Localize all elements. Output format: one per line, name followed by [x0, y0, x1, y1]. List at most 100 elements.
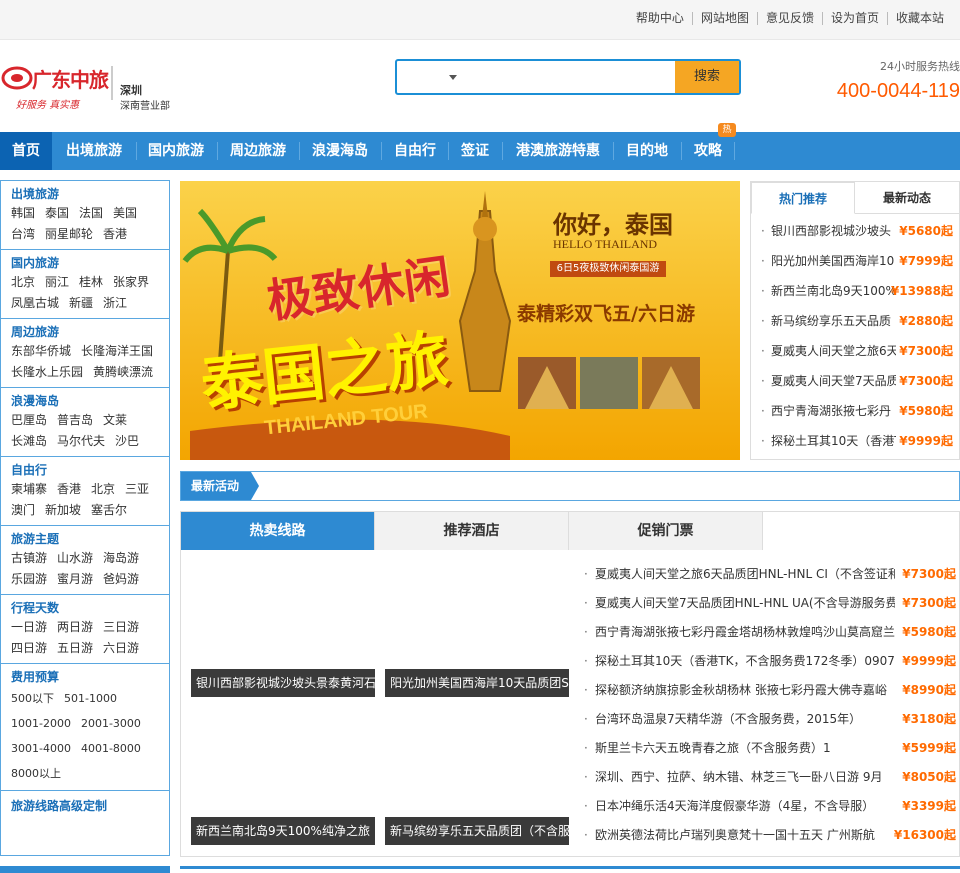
sidebar-link[interactable]: 香港: [57, 482, 81, 496]
sidebar-link[interactable]: 香港: [103, 227, 127, 241]
list-item[interactable]: 西宁青海湖张掖七彩丹 ¥5980起: [757, 396, 953, 426]
list-item[interactable]: 日本冲绳乐活4天海洋度假豪华游（4星，不含导服） ¥3399起: [581, 792, 956, 821]
search-input[interactable]: [467, 63, 667, 91]
sidebar-link[interactable]: 新疆: [69, 296, 93, 310]
sidebar-link[interactable]: 四日游: [11, 641, 47, 655]
help-center-link[interactable]: 帮助中心: [628, 12, 692, 25]
list-item[interactable]: 夏威夷人间天堂7天品质¥7300起: [757, 366, 953, 396]
sidebar-link[interactable]: 4001-8000: [81, 742, 141, 755]
sidebar-link[interactable]: 山水游: [57, 551, 93, 565]
list-item[interactable]: 探秘土耳其10天（香港T¥9999起: [757, 426, 953, 456]
list-item[interactable]: 探秘额济纳旗掠影金秋胡杨林 张掖七彩丹霞大佛寺嘉峪 ¥8990起: [581, 676, 956, 705]
search-category-dropdown-icon[interactable]: [449, 75, 457, 80]
sidebar-link[interactable]: 古镇游: [11, 551, 47, 565]
sidebar-link[interactable]: 桂林: [79, 275, 103, 289]
route-card[interactable]: 新马缤纷享乐五天品质团（不含服: [385, 817, 569, 845]
nav-free-travel[interactable]: 自由行: [386, 132, 444, 170]
set-homepage-link[interactable]: 设为首页: [821, 12, 887, 25]
list-item[interactable]: 夏威夷人间天堂之旅6天品质团HNL-HNL CI（不含签证和 ¥7300起: [581, 560, 956, 589]
tab-hot-recommend[interactable]: 热门推荐: [751, 182, 855, 214]
promo-banner[interactable]: 你好，泰国 HELLO THAILAND 6日5夜极致休闲泰国游 极致休闲 泰国…: [180, 181, 740, 460]
sidebar-link[interactable]: 长隆海洋王国: [81, 344, 153, 358]
sidebar-link[interactable]: 韩国: [11, 206, 35, 220]
sidebar-link[interactable]: 爸妈游: [103, 572, 139, 586]
list-item[interactable]: 欧洲英德法荷比卢瑞列奥意梵十一国十五天 广州斯航 ¥16300起: [581, 821, 956, 850]
list-item[interactable]: 西宁青海湖张掖七彩丹霞金塔胡杨林敦煌鸣沙山莫高窟兰 ¥5980起: [581, 618, 956, 647]
sidebar-link[interactable]: 塞舌尔: [91, 503, 127, 517]
list-item[interactable]: 深圳、西宁、拉萨、纳木错、林芝三飞一卧八日游 9月 ¥8050起: [581, 763, 956, 792]
nav-nearby[interactable]: 周边旅游: [222, 132, 294, 170]
list-item[interactable]: 台湾环岛温泉7天精华游（不含服务费，2015年） ¥3180起: [581, 705, 956, 734]
tab-tickets[interactable]: 促销门票: [569, 512, 763, 550]
sidebar-group-title[interactable]: 旅游主题: [11, 530, 169, 548]
sidebar-link[interactable]: 海岛游: [103, 551, 139, 565]
sidebar-link[interactable]: 1001-2000: [11, 717, 71, 730]
sidebar-link[interactable]: 三亚: [125, 482, 149, 496]
route-card[interactable]: 新西兰南北岛9天100%纯净之旅: [191, 817, 375, 845]
list-item[interactable]: 新西兰南北岛9天100%¥13988起: [757, 276, 953, 306]
sidebar-link[interactable]: 北京: [91, 482, 115, 496]
list-item[interactable]: 探秘土耳其10天（香港TK，不含服务费172冬季）0907 ¥9999起: [581, 647, 956, 676]
sidebar-link[interactable]: 2001-3000: [81, 717, 141, 730]
route-card[interactable]: 阳光加州美国西海岸10天品质团SF: [385, 669, 569, 697]
sidebar-group-title[interactable]: 国内旅游: [11, 254, 169, 272]
sidebar-link[interactable]: 文莱: [103, 413, 127, 427]
sidebar-link[interactable]: 美国: [113, 206, 137, 220]
sidebar-group-title[interactable]: 自由行: [11, 461, 169, 479]
nav-outbound[interactable]: 出境旅游: [56, 132, 132, 170]
route-card[interactable]: 银川西部影视城沙坡头景泰黄河石: [191, 669, 375, 697]
sidebar-link[interactable]: 马尔代夫: [57, 434, 105, 448]
tab-latest-news[interactable]: 最新动态: [855, 182, 959, 213]
tab-hotels[interactable]: 推荐酒店: [375, 512, 569, 550]
sidebar-link[interactable]: 丽星邮轮: [45, 227, 93, 241]
custom-route-link[interactable]: 旅游线路高级定制: [11, 797, 169, 815]
sidebar-link[interactable]: 泰国: [45, 206, 69, 220]
nav-hk-macau-deals[interactable]: 港澳旅游特惠: [507, 132, 609, 170]
sidebar-link[interactable]: 黄腾峡漂流: [93, 365, 153, 379]
sidebar-group-title[interactable]: 周边旅游: [11, 323, 169, 341]
sidebar-link[interactable]: 沙巴: [115, 434, 139, 448]
sidebar-link[interactable]: 东部华侨城: [11, 344, 71, 358]
sidebar-link[interactable]: 张家界: [113, 275, 149, 289]
sidebar-link[interactable]: 丽江: [45, 275, 69, 289]
sidebar-link[interactable]: 3001-4000: [11, 742, 71, 755]
sidebar-link[interactable]: 巴厘岛: [11, 413, 47, 427]
site-logo[interactable]: 广东中旅 好服务 真实惠 深圳 深南营业部: [0, 62, 180, 112]
search-button[interactable]: 搜索: [675, 61, 739, 93]
latest-activity-label[interactable]: 最新活动: [181, 472, 251, 500]
sidebar-link[interactable]: 501-1000: [64, 692, 117, 705]
sidebar-link[interactable]: 台湾: [11, 227, 35, 241]
sidebar-link[interactable]: 长滩岛: [11, 434, 47, 448]
bookmark-link[interactable]: 收藏本站: [886, 12, 952, 25]
sidebar-link[interactable]: 凤凰古城: [11, 296, 59, 310]
nav-islands[interactable]: 浪漫海岛: [304, 132, 376, 170]
sidebar-link[interactable]: 普吉岛: [57, 413, 93, 427]
list-item[interactable]: 银川西部影视城沙坡头 ¥5680起: [757, 216, 953, 246]
sidebar-link[interactable]: 500以下: [11, 692, 54, 705]
site-map-link[interactable]: 网站地图: [691, 12, 757, 25]
nav-guides[interactable]: 攻略: [686, 132, 730, 170]
list-item[interactable]: 夏威夷人间天堂7天品质团HNL-HNL UA(不含导游服务费和 ¥7300起: [581, 589, 956, 618]
sidebar-group-title[interactable]: 浪漫海岛: [11, 392, 169, 410]
nav-visa[interactable]: 签证: [452, 132, 498, 170]
list-item[interactable]: 斯里兰卡六天五晚青春之旅（不含服务费）1 ¥5999起: [581, 734, 956, 763]
sidebar-link[interactable]: 新加坡: [45, 503, 81, 517]
sidebar-link[interactable]: 8000以上: [11, 767, 61, 780]
sidebar-link[interactable]: 乐园游: [11, 572, 47, 586]
sidebar-link[interactable]: 澳门: [11, 503, 35, 517]
feedback-link[interactable]: 意见反馈: [756, 12, 822, 25]
sidebar-link[interactable]: 六日游: [103, 641, 139, 655]
list-item[interactable]: 新马缤纷享乐五天品质 ¥2880起: [757, 306, 953, 336]
sidebar-group-title[interactable]: 费用预算: [11, 668, 169, 686]
sidebar-link[interactable]: 长隆水上乐园: [11, 365, 83, 379]
sidebar-link[interactable]: 法国: [79, 206, 103, 220]
sidebar-link[interactable]: 浙江: [103, 296, 127, 310]
sidebar-link[interactable]: 三日游: [103, 620, 139, 634]
nav-destinations[interactable]: 目的地: [617, 132, 677, 170]
sidebar-link[interactable]: 蜜月游: [57, 572, 93, 586]
nav-domestic[interactable]: 国内旅游: [140, 132, 212, 170]
tab-hot-routes[interactable]: 热卖线路: [181, 512, 375, 550]
list-item[interactable]: 夏威夷人间天堂之旅6天¥7300起: [757, 336, 953, 366]
sidebar-link[interactable]: 五日游: [57, 641, 93, 655]
sidebar-link[interactable]: 北京: [11, 275, 35, 289]
